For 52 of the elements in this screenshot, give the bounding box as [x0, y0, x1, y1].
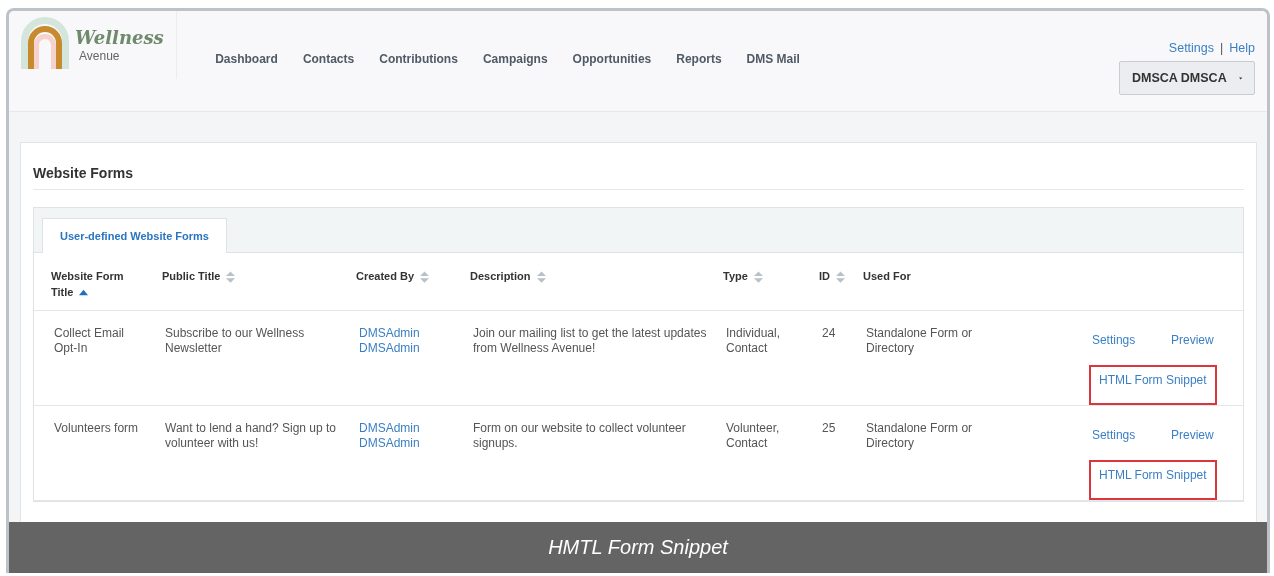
action-link[interactable]: Preview: [1171, 428, 1214, 452]
nav-link[interactable]: Dashboard: [202, 52, 291, 111]
action-link[interactable]: Settings: [1091, 428, 1136, 452]
user-link[interactable]: DMSAdmin: [359, 421, 456, 436]
column-header[interactable]: Website Form Title: [51, 268, 147, 300]
table-cell-text: Join our mailing list to get the latest updates from Wellness Avenue!: [472, 326, 708, 357]
nav-link[interactable]: Opportunities: [560, 52, 664, 111]
caret-icon: [1238, 75, 1242, 81]
sort-icon[interactable]: [836, 271, 845, 284]
rainbow-icon: [19, 17, 71, 69]
table-cell-text: Standalone Form or Directory: [865, 421, 974, 452]
table-cell-text: 25: [821, 421, 837, 437]
table-cell-text: Want to lend a hand? Sign up to volunteer with us!: [164, 421, 337, 452]
action-link[interactable]: Preview: [1171, 333, 1214, 357]
table-cell-text: Volunteer, Contact: [725, 421, 781, 452]
nav-link[interactable]: DMS Mail: [734, 52, 813, 111]
user-link[interactable]: DMSAdmin: [359, 341, 456, 356]
sort-icon[interactable]: [420, 271, 430, 284]
separator: |: [1220, 41, 1224, 55]
table-cell-text: Collect Email Opt-In: [53, 326, 126, 357]
column-header[interactable]: Type: [723, 268, 819, 284]
user-menu-button[interactable]: DMSCA DMSCA: [1119, 61, 1255, 95]
table-cell-text: Standalone Form or Directory: [865, 326, 974, 357]
table-cell-text: 24: [821, 326, 837, 342]
table-cell-text: Individual, Contact: [725, 326, 782, 357]
table-cell-text: Form on our website to collect volunteer signups.: [472, 421, 687, 452]
table-cell-text: Subscribe to our Wellness Newsletter: [164, 326, 306, 357]
nav-link[interactable]: Reports: [663, 52, 735, 111]
column-header[interactable]: Used For: [863, 268, 1089, 284]
table-cell-text: Volunteers form: [53, 421, 140, 437]
user-link[interactable]: DMSAdmin: [359, 436, 456, 451]
sort-icon[interactable]: [753, 271, 763, 284]
sort-icon[interactable]: [226, 271, 236, 284]
caption: HMTL Form Snippet: [9, 522, 1267, 573]
nav-link[interactable]: Contributions: [366, 52, 471, 111]
user-link[interactable]: DMSAdmin: [359, 326, 456, 341]
column-header[interactable]: ID: [819, 268, 863, 284]
page-title: Website Forms: [33, 165, 1244, 190]
action-link[interactable]: HTML Form Snippet: [1089, 365, 1217, 405]
column-header[interactable]: Created By: [356, 268, 470, 284]
logo-subtitle: Avenue: [79, 49, 121, 63]
tab[interactable]: User-defined Website Forms: [42, 218, 227, 253]
column-header[interactable]: Public Title: [162, 268, 356, 284]
action-link[interactable]: Settings: [1091, 333, 1136, 357]
nav-link[interactable]: Campaigns: [470, 52, 561, 111]
sort-icon[interactable]: [536, 271, 546, 284]
column-header[interactable]: Description: [470, 268, 723, 284]
action-link[interactable]: HTML Form Snippet: [1089, 460, 1217, 500]
nav-link[interactable]: Contacts: [290, 52, 367, 111]
settings-link[interactable]: Settings: [1168, 41, 1215, 55]
help-link[interactable]: Help: [1229, 41, 1255, 55]
logo-wordmark: Wellness: [75, 27, 164, 49]
